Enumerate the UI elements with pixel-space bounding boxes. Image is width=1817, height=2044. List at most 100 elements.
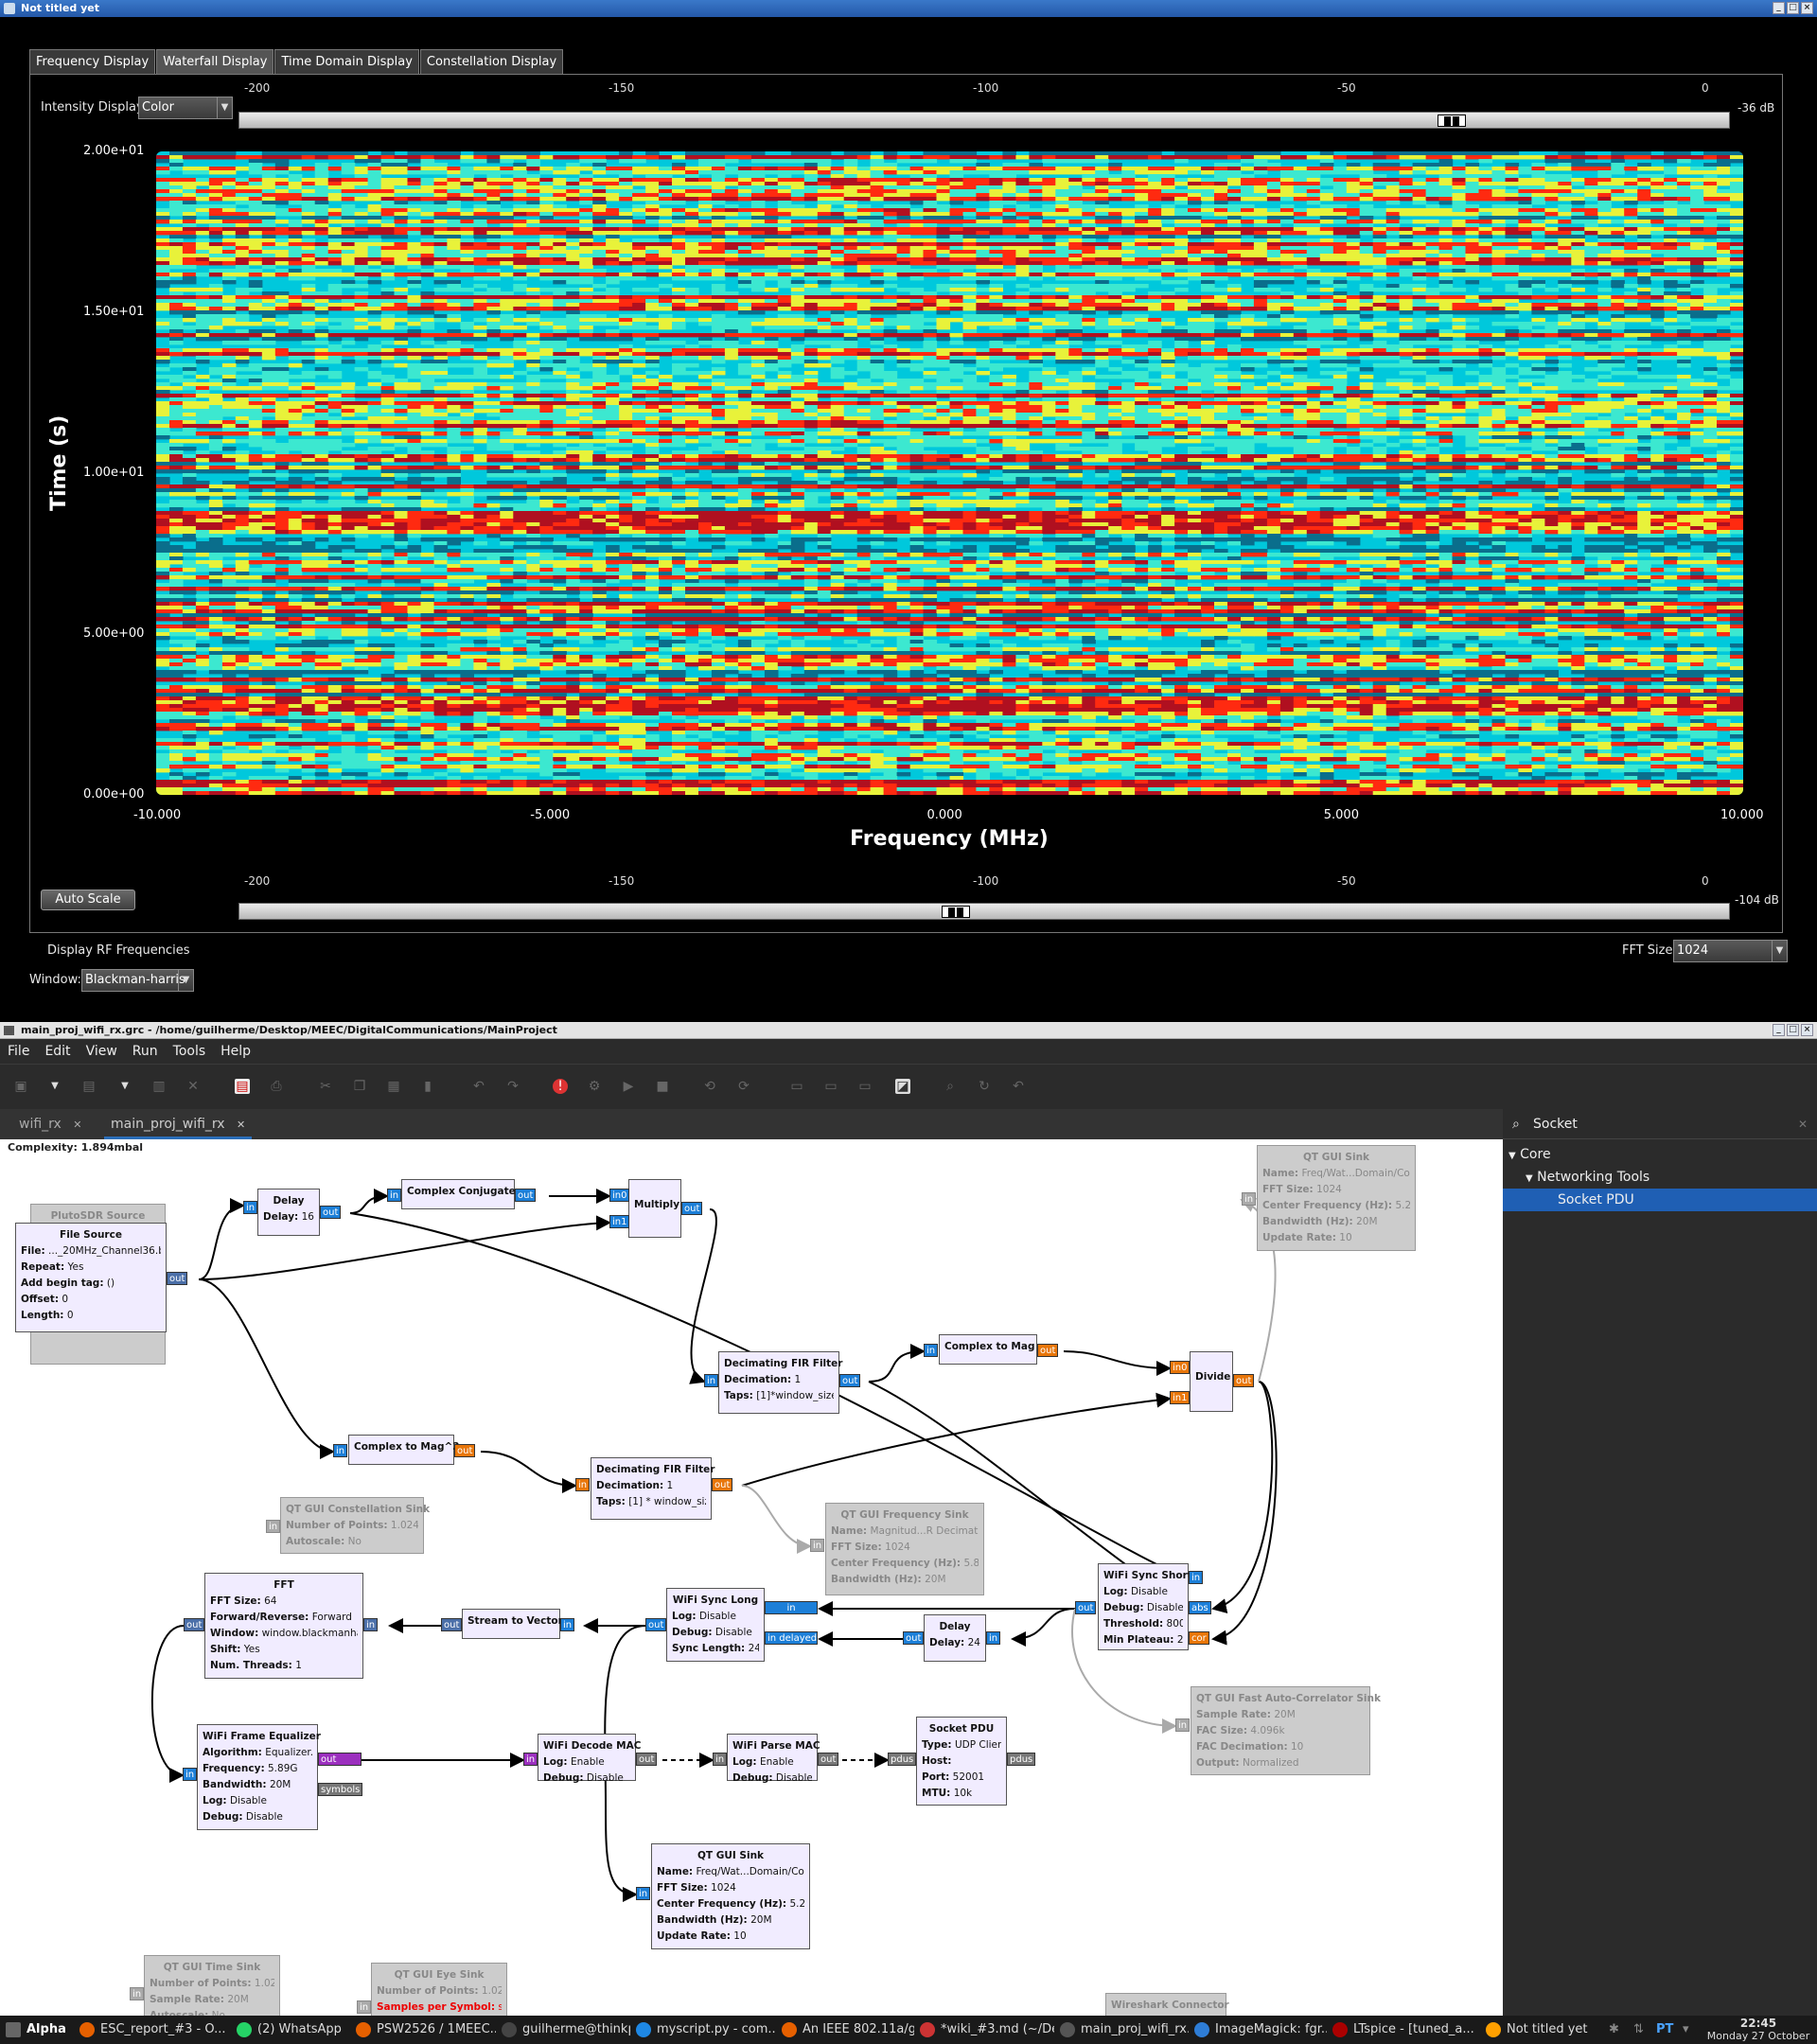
heatmap-cell: [314, 299, 329, 304]
heatmap-cell: [1637, 246, 1651, 251]
heatmap-cell: [539, 333, 554, 338]
heatmap-cell: [989, 269, 1003, 273]
heatmap-cell: [976, 170, 990, 175]
top-slider-handle[interactable]: [1438, 115, 1466, 127]
heatmap-cell: [659, 201, 673, 205]
intensity-select[interactable]: Color ▼: [138, 97, 233, 119]
heatmap-cell: [1214, 204, 1228, 209]
heatmap-cell: [1677, 151, 1691, 156]
heatmap-cell: [1332, 185, 1348, 190]
heatmap-cell: [1148, 246, 1162, 251]
heatmap-cell: [1452, 246, 1467, 251]
heatmap-cell: [1148, 276, 1162, 281]
heatmap-cell: [407, 333, 422, 338]
heatmap-cell: [1201, 329, 1215, 334]
heatmap-cell: [566, 170, 580, 175]
heatmap-cell: [1677, 254, 1691, 258]
heatmap-cell: [645, 231, 660, 236]
heatmap-cell: [750, 174, 766, 179]
heatmap-cell: [394, 352, 409, 357]
top-intensity-slider[interactable]: [238, 112, 1730, 129]
heatmap-cell: [896, 295, 911, 300]
heatmap-cell: [1227, 174, 1242, 179]
heatmap-cell: [592, 231, 607, 236]
heatmap-cell: [1597, 246, 1612, 251]
heatmap-cell: [1241, 322, 1255, 326]
heatmap-cell: [883, 257, 898, 262]
heatmap-cell: [407, 231, 422, 236]
heatmap-cell: [1029, 212, 1043, 217]
heatmap-cell: [1082, 151, 1096, 156]
heatmap-cell: [1135, 322, 1149, 326]
close-icon[interactable]: ×: [1801, 2, 1813, 14]
heatmap-cell: [1412, 254, 1427, 258]
heatmap-cell: [923, 227, 938, 232]
heatmap-cell: [1650, 329, 1665, 334]
tab-frequency-display[interactable]: Frequency Display: [29, 49, 156, 74]
heatmap-cell: [1306, 246, 1321, 251]
heatmap-cell: [1332, 246, 1348, 251]
heatmap-cell: [1558, 235, 1572, 239]
minimize-icon[interactable]: _: [1773, 2, 1785, 14]
heatmap-cell: [750, 257, 766, 262]
heatmap-cell: [1478, 189, 1493, 194]
heatmap-cell: [208, 170, 223, 175]
heatmap-cell: [883, 178, 898, 183]
heatmap-cell: [606, 227, 620, 232]
heatmap-cell: [817, 238, 832, 243]
heatmap-cell: [856, 197, 872, 202]
heatmap-cell: [208, 212, 223, 217]
heatmap-cell: [314, 197, 329, 202]
heatmap-cell: [1306, 299, 1321, 304]
waterfall-plot[interactable]: [156, 151, 1743, 795]
heatmap-cell: [1637, 318, 1651, 323]
heatmap-cell: [1332, 242, 1348, 247]
heatmap-cell: [1002, 238, 1016, 243]
heatmap-cell: [1452, 238, 1467, 243]
heatmap-cell: [433, 250, 449, 255]
heatmap-cell: [1544, 178, 1559, 183]
heatmap-cell: [1201, 318, 1215, 323]
heatmap-cell: [301, 261, 316, 266]
heatmap-cell: [288, 231, 303, 236]
heatmap-cell: [711, 288, 726, 292]
heatmap-cell: [433, 167, 449, 171]
heatmap-cell: [817, 242, 832, 247]
heatmap-cell: [1717, 231, 1731, 236]
heatmap-cell: [764, 197, 779, 202]
heatmap-cell: [724, 242, 739, 247]
heatmap-cell: [235, 223, 250, 228]
heatmap-cell: [659, 303, 673, 308]
heatmap-cell: [989, 299, 1003, 304]
heatmap-cell: [659, 314, 673, 319]
heatmap-cell: [830, 197, 845, 202]
heatmap-cell: [1121, 151, 1136, 156]
heatmap-cell: [896, 322, 911, 326]
qt-window-titlebar[interactable]: Not titled yet _ □ ×: [0, 0, 1817, 17]
heatmap-cell: [1571, 238, 1585, 243]
heatmap-cell: [645, 155, 660, 160]
tab-time-domain-display[interactable]: Time Domain Display: [274, 49, 419, 74]
heatmap-cell: [803, 246, 819, 251]
heatmap-cell: [221, 185, 237, 190]
heatmap-cell: [1135, 299, 1149, 304]
heatmap-cell: [1730, 261, 1743, 266]
heatmap-cell: [1597, 303, 1612, 308]
tab-constellation-display[interactable]: Constellation Display: [419, 49, 564, 74]
heatmap-cell: [949, 307, 964, 311]
heatmap-cell: [182, 265, 197, 270]
heatmap-cell: [1346, 242, 1361, 247]
heatmap-cell: [724, 303, 739, 308]
maximize-icon[interactable]: □: [1787, 2, 1799, 14]
heatmap-cell: [737, 193, 752, 198]
heatmap-cell: [896, 155, 911, 160]
heatmap-cell: [1677, 307, 1691, 311]
heatmap-cell: [1597, 329, 1612, 334]
heatmap-cell: [354, 269, 369, 273]
heatmap-cell: [659, 322, 673, 326]
heatmap-cell: [526, 257, 540, 262]
heatmap-cell: [777, 265, 792, 270]
heatmap-cell: [1266, 197, 1281, 202]
tab-waterfall-display[interactable]: Waterfall Display: [156, 49, 274, 74]
chevron-down-icon: ▼: [217, 97, 232, 118]
